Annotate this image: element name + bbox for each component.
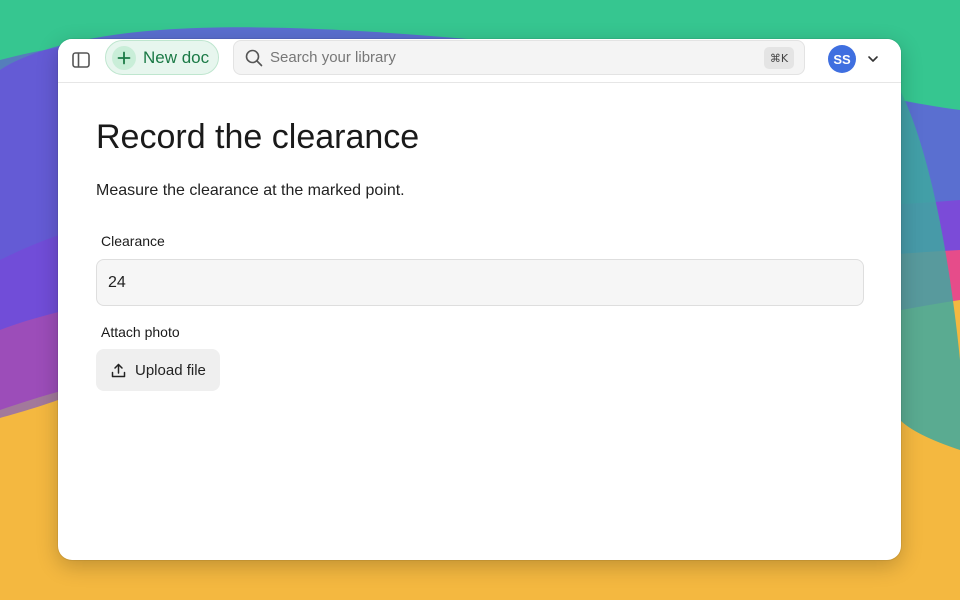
search-shortcut-badge: ⌘K: [764, 47, 794, 69]
sidebar-toggle-button[interactable]: [70, 49, 92, 71]
upload-icon: [111, 363, 126, 377]
new-doc-button[interactable]: New doc: [105, 40, 219, 75]
search-bar[interactable]: ⌘K: [233, 40, 805, 75]
new-doc-label: New doc: [143, 47, 210, 67]
app-window: New doc ⌘K SS Record the clearance Measu…: [58, 39, 901, 560]
top-bar: New doc ⌘K SS: [58, 39, 901, 83]
main-content: Record the clearance Measure the clearan…: [96, 109, 864, 391]
search-icon: [245, 49, 263, 66]
plus-icon: [112, 45, 136, 70]
page-title: Record the clearance: [96, 118, 420, 156]
sidebar-toggle-icon: [72, 52, 90, 68]
clearance-input[interactable]: [96, 259, 864, 306]
avatar[interactable]: SS: [828, 45, 856, 73]
attach-photo-label: Attach photo: [101, 324, 180, 340]
search-input[interactable]: [270, 49, 750, 66]
page-description: Measure the clearance at the marked poin…: [96, 182, 405, 199]
upload-file-button[interactable]: Upload file: [96, 349, 220, 391]
clearance-label: Clearance: [101, 233, 165, 249]
upload-file-label: Upload file: [135, 361, 206, 379]
chevron-down-icon[interactable]: [866, 52, 880, 66]
